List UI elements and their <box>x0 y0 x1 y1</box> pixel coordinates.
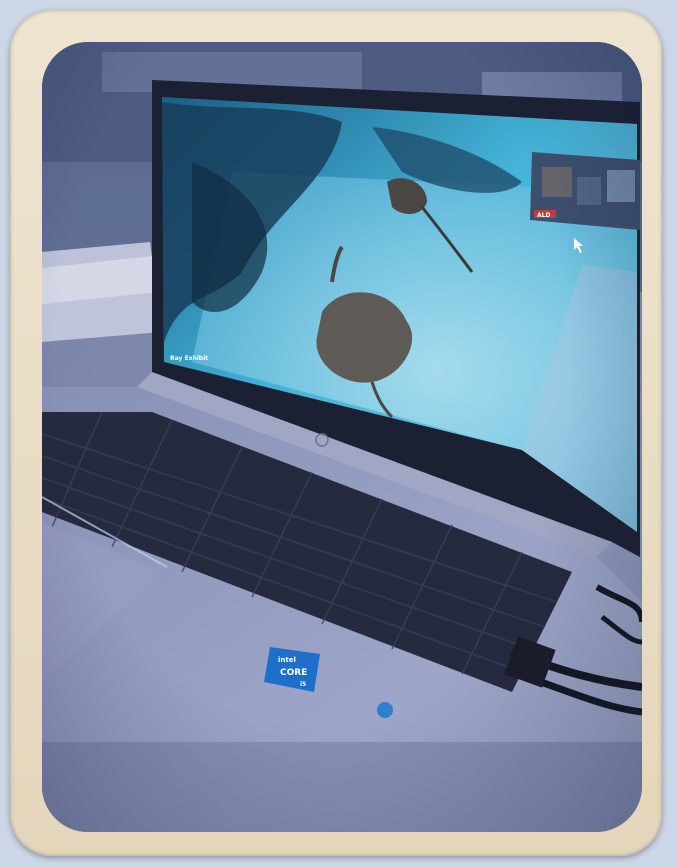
photo: Ray Exhibit ALD intel CORE i5 <box>42 42 642 832</box>
fingerprint-icon <box>377 702 393 718</box>
photo-illustration: Ray Exhibit ALD intel CORE i5 <box>42 42 642 832</box>
svg-text:i5: i5 <box>300 681 306 688</box>
video-call-thumbnail: ALD <box>530 152 640 230</box>
svg-text:intel: intel <box>278 656 296 664</box>
svg-text:ALD: ALD <box>537 212 550 219</box>
screen-caption: Ray Exhibit <box>170 355 208 362</box>
svg-text:CORE: CORE <box>280 668 307 678</box>
